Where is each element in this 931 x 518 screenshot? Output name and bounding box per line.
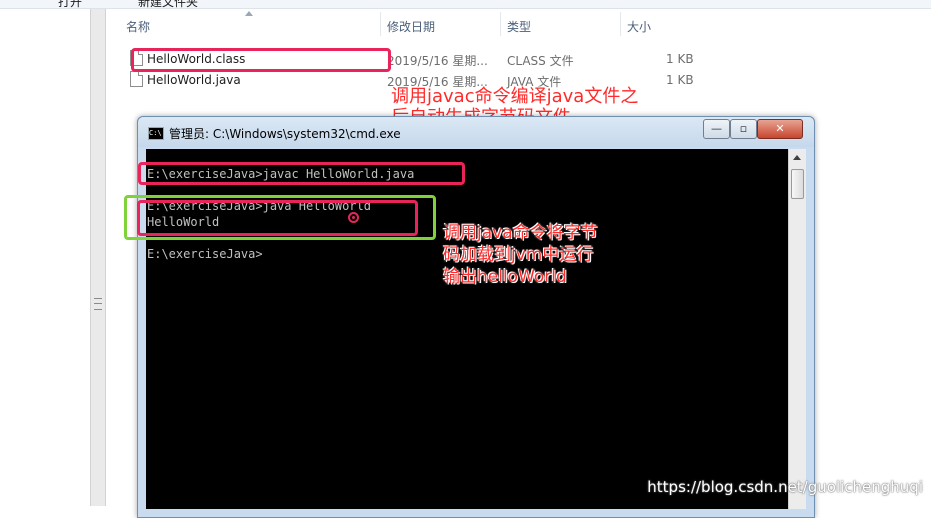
scrollbar-grip-icon[interactable] <box>94 298 102 310</box>
run-note-line: 调用java命令将字节 <box>443 223 598 243</box>
maximize-button[interactable]: ▫ <box>730 119 757 139</box>
column-type[interactable]: 类型 <box>507 18 531 35</box>
new-folder-button[interactable]: 新建文件夹 <box>138 0 198 8</box>
column-size[interactable]: 大小 <box>627 18 651 35</box>
minimize-button[interactable]: — <box>703 119 730 139</box>
run-note-line: 码加载到jvm中运行 <box>443 245 594 265</box>
file-name: HelloWorld.java <box>147 73 241 87</box>
run-note: 调用java命令将字节 码加载到jvm中运行 输出helloWorld <box>443 222 598 288</box>
class-file-highlight <box>131 48 391 72</box>
scroll-thumb[interactable] <box>791 169 804 199</box>
run-note-line: 输出helloWorld <box>443 267 567 287</box>
file-size: 1 KB <box>666 73 694 87</box>
cursor-marker-icon <box>348 212 359 223</box>
column-name[interactable]: 名称 <box>126 18 150 35</box>
console-scrollbar[interactable] <box>788 149 806 509</box>
file-icon <box>130 71 143 87</box>
file-type: CLASS 文件 <box>507 54 574 68</box>
compile-note-line: 调用javac命令编译java文件之 <box>391 86 639 107</box>
explorer-toolbar: 打开 新建文件夹 <box>0 0 931 9</box>
column-divider[interactable] <box>620 12 621 36</box>
navigation-scrollbar[interactable] <box>90 0 106 506</box>
cmd-titlebar[interactable]: C:\ 管理员: C:\Windows\system32\cmd.exe — ▫… <box>138 117 814 147</box>
file-date: 2019/5/16 星期... <box>387 54 488 68</box>
javac-command-highlight <box>138 162 465 185</box>
java-output-highlight <box>137 200 418 236</box>
column-date[interactable]: 修改日期 <box>387 18 435 35</box>
open-button[interactable]: 打开 <box>58 0 82 8</box>
column-headers: 名称 修改日期 类型 大小 <box>0 12 931 34</box>
cmd-app-icon: C:\ <box>148 127 164 140</box>
file-size: 1 KB <box>666 52 694 66</box>
scroll-up-icon[interactable] <box>793 155 801 160</box>
column-divider[interactable] <box>500 12 501 36</box>
console-line: E:\exerciseJava> <box>147 247 263 261</box>
watermark: https://blog.csdn.net/guolichenghuqi <box>647 478 923 496</box>
column-divider[interactable] <box>380 12 381 36</box>
close-button[interactable]: ✕ <box>757 119 803 139</box>
cmd-window-title: 管理员: C:\Windows\system32\cmd.exe <box>169 127 401 141</box>
navigation-pane <box>0 0 88 506</box>
